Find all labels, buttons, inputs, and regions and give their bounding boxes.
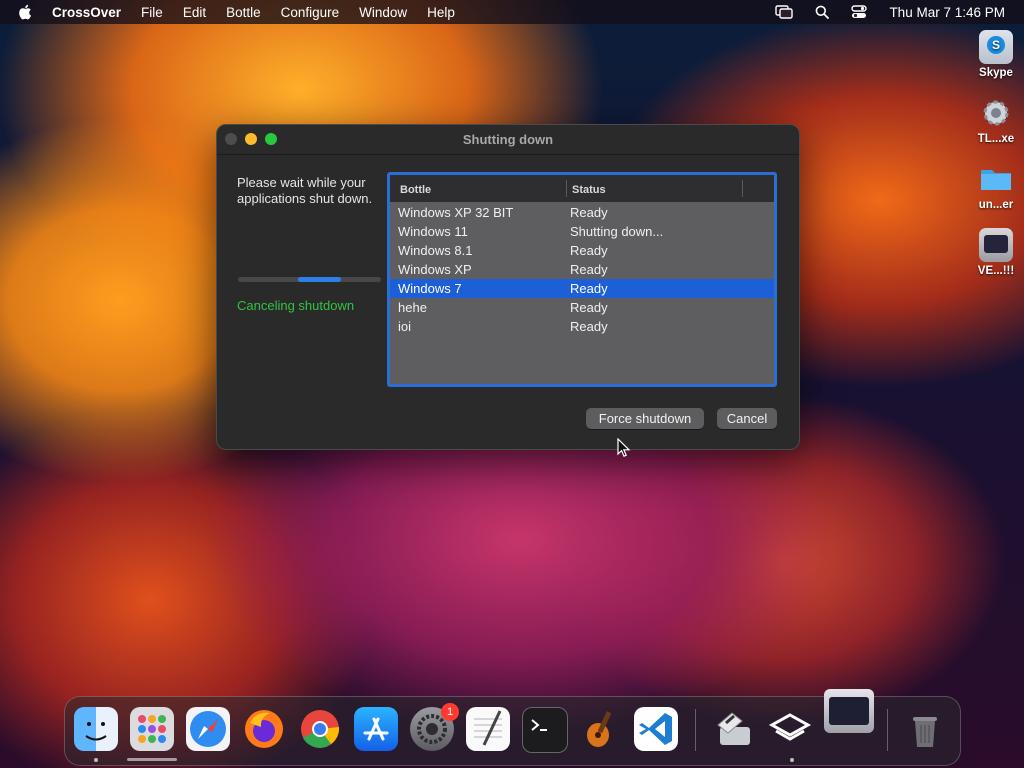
finder-icon[interactable] [74, 707, 118, 751]
window-title: Shutting down [462, 132, 554, 147]
table-row[interactable]: hehe Ready [390, 298, 774, 317]
status-cell: Ready [570, 205, 608, 220]
mouse-cursor-icon [617, 437, 631, 463]
dock-divider [887, 709, 888, 751]
desktop-icon-label: VE...!!! [977, 265, 1015, 277]
garageband-icon[interactable] [578, 707, 622, 751]
desktop-icon-skype[interactable]: S Skype [966, 30, 1024, 79]
dock-divider [695, 709, 696, 751]
bottle-name-cell: Windows XP [398, 262, 472, 277]
launchpad-icon[interactable] [130, 707, 174, 751]
table-row[interactable]: Windows 7 Ready [390, 279, 774, 298]
running-indicator-bar [127, 758, 177, 761]
app-menu[interactable]: CrossOver [52, 5, 121, 20]
bottle-name-cell: ioi [398, 319, 412, 334]
table-row[interactable]: Windows 11 Shutting down... [390, 222, 774, 241]
wait-message: Please wait while your applications shut… [237, 175, 373, 206]
progress-fill [298, 277, 341, 282]
cancel-status-text: Canceling shutdown [237, 298, 355, 313]
column-divider [742, 180, 743, 197]
running-indicator [790, 758, 794, 762]
terminal-icon[interactable] [522, 707, 568, 753]
bottle-name-cell: Windows XP 32 BIT [398, 205, 514, 220]
force-shutdown-button[interactable]: Force shutdown [586, 408, 704, 429]
status-cell: Shutting down... [570, 224, 664, 239]
table-row[interactable]: ioi Ready [390, 317, 774, 336]
apple-menu-icon[interactable] [18, 4, 36, 20]
column-header-bottle[interactable]: Bottle [400, 184, 431, 196]
menu-file[interactable]: File [141, 5, 163, 20]
video-app-icon [979, 228, 1013, 262]
desktop-icon-label: un...er [978, 199, 1014, 211]
bottle-name-cell: hehe [398, 300, 427, 315]
cancel-button[interactable]: Cancel [717, 408, 777, 429]
folder-icon [979, 162, 1013, 196]
menu-configure[interactable]: Configure [281, 5, 340, 20]
desktop-icon-tl-exe[interactable]: TL...xe [966, 96, 1024, 145]
video-window-icon[interactable] [824, 689, 874, 733]
screen-mirroring-icon[interactable] [775, 5, 794, 19]
table-row[interactable]: Windows XP 32 BIT Ready [390, 203, 774, 222]
title-bar: Shutting down [217, 125, 799, 155]
dock: 1 [64, 689, 961, 766]
firefox-icon[interactable] [242, 707, 286, 751]
skype-icon: S [979, 30, 1013, 64]
shutdown-progress-bar [238, 277, 381, 282]
bottle-name-cell: Windows 11 [398, 224, 468, 239]
menu-bar: CrossOver File Edit Bottle Configure Win… [0, 0, 1024, 24]
desktop-icon-label: TL...xe [977, 133, 1015, 145]
menubar-clock[interactable]: Thu Mar 7 1:46 PM [889, 5, 1005, 20]
chrome-icon[interactable] [298, 707, 342, 751]
bottle-name-cell: Windows 8.1 [398, 243, 473, 258]
column-divider [566, 180, 567, 197]
status-cell: Ready [570, 262, 608, 277]
desktop-icon-video[interactable]: VE...!!! [966, 228, 1024, 277]
notification-badge: 1 [441, 703, 459, 721]
trash-icon[interactable] [903, 707, 947, 751]
running-indicator [94, 758, 98, 762]
status-cell: Ready [570, 319, 608, 334]
table-header: Bottle Status [390, 175, 774, 202]
status-cell: Ready [570, 243, 608, 258]
bottle-status-table[interactable]: Bottle Status Windows XP 32 BIT Ready Wind… [387, 172, 777, 387]
menu-window[interactable]: Window [359, 5, 407, 20]
bottle-layers-icon[interactable] [768, 707, 812, 751]
desktop-icon-label: Skype [979, 67, 1013, 79]
control-center-icon[interactable] [851, 5, 868, 19]
safari-icon[interactable] [186, 707, 230, 751]
desktop-icon-folder[interactable]: un...er [966, 162, 1024, 211]
spotlight-search-icon[interactable] [815, 5, 830, 19]
status-cell: Ready [570, 300, 608, 315]
vscode-icon[interactable] [634, 707, 678, 751]
gear-exe-icon [979, 96, 1013, 130]
table-row[interactable]: Windows 8.1 Ready [390, 241, 774, 260]
app-store-icon[interactable] [354, 707, 398, 751]
bottle-name-cell: Windows 7 [398, 281, 462, 296]
menu-bottle[interactable]: Bottle [226, 5, 261, 20]
crossover-icon[interactable] [712, 707, 756, 751]
column-header-status[interactable]: Status [572, 184, 606, 196]
table-row[interactable]: Windows XP Ready [390, 260, 774, 279]
menu-edit[interactable]: Edit [183, 5, 206, 20]
textedit-icon[interactable] [466, 707, 510, 751]
table-body: Windows XP 32 BIT Ready Windows 11 Shutting… [390, 203, 774, 336]
menu-help[interactable]: Help [427, 5, 455, 20]
status-cell: Ready [570, 281, 608, 296]
shutting-down-dialog: Shutting down Please wait while your app… [216, 124, 800, 450]
